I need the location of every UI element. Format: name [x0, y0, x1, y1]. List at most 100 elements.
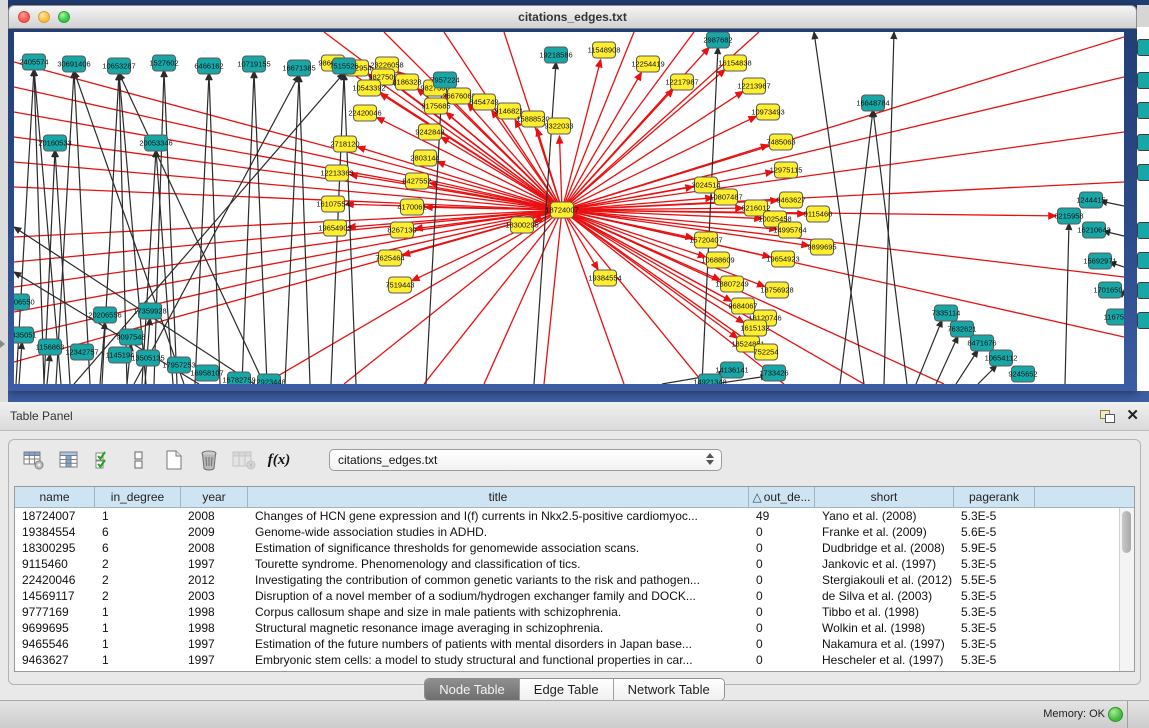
cell-name[interactable]: 9699695: [15, 620, 95, 636]
graph-edge[interactable]: [254, 71, 267, 384]
graph-edge[interactable]: [19, 342, 22, 384]
graph-node[interactable]: 10973493: [751, 104, 784, 120]
graph-node[interactable]: 25206550: [14, 294, 35, 310]
column-header-in_degree[interactable]: in_degree: [95, 487, 181, 507]
cell-short[interactable]: Stergiakouli et al. (2012): [815, 572, 954, 588]
table-row[interactable]: 946554611997Estimation of the future num…: [15, 636, 1120, 652]
cell-in_degree[interactable]: 1: [95, 620, 181, 636]
graph-node[interactable]: 7335114: [932, 305, 961, 321]
graph-node[interactable]: 12975115: [770, 162, 803, 178]
graph-edge[interactable]: [242, 71, 254, 384]
cell-pagerank[interactable]: 5.9E-5: [954, 540, 1035, 556]
cell-title[interactable]: Changes of HCN gene expression and I(f) …: [248, 508, 749, 524]
cell-out_degree[interactable]: 49: [749, 508, 815, 524]
graph-node[interactable]: 16107554: [316, 196, 349, 212]
graph-node[interactable]: 2803144: [410, 150, 439, 166]
graph-node[interactable]: 9115460: [804, 206, 833, 222]
graph-node[interactable]: 19654923: [766, 251, 799, 267]
column-header-name[interactable]: name: [15, 487, 95, 507]
cell-short[interactable]: Nakamura et al. (1997): [815, 636, 954, 652]
graph-node[interactable]: 16782759: [222, 372, 255, 384]
column-header-pagerank[interactable]: pagerank: [954, 487, 1035, 507]
graph-node[interactable]: 16210643: [1077, 222, 1110, 238]
cell-short[interactable]: Dudbridge et al. (2008): [815, 540, 954, 556]
graph-node[interactable]: 20206556: [88, 307, 121, 323]
graph-node[interactable]: 7625464: [375, 250, 404, 266]
cell-year[interactable]: 1997: [181, 636, 248, 652]
table-row[interactable]: 2242004622012Investigating the contribut…: [15, 572, 1120, 588]
graph-edge[interactable]: [562, 210, 624, 384]
close-panel-icon[interactable]: ✕: [1126, 409, 1139, 423]
graph-node[interactable]: 7632621: [947, 321, 976, 337]
graph-node[interactable]: 8427552: [402, 173, 431, 189]
cell-out_degree[interactable]: 0: [749, 556, 815, 572]
cell-title[interactable]: Investigating the contribution of common…: [248, 572, 749, 588]
table-scrollbar[interactable]: [1119, 508, 1134, 671]
float-panel-icon[interactable]: [1100, 410, 1114, 422]
graph-node[interactable]: 8186328: [392, 74, 421, 90]
graph-node[interactable]: 30691406: [57, 56, 90, 72]
cell-in_degree[interactable]: 1: [95, 508, 181, 524]
graph-edge[interactable]: [936, 336, 958, 384]
cell-in_degree[interactable]: 6: [95, 524, 181, 540]
cell-title[interactable]: Tourette syndrome. Phenomenology and cla…: [248, 556, 749, 572]
cell-in_degree[interactable]: 6: [95, 540, 181, 556]
cell-name[interactable]: 9463627: [15, 652, 95, 668]
collapse-handle-icon[interactable]: [0, 340, 5, 348]
graph-node[interactable]: 9463627: [776, 192, 805, 208]
cell-year[interactable]: 2012: [181, 572, 248, 588]
graph-node[interactable]: 12217987: [665, 74, 698, 90]
graph-edge[interactable]: [562, 210, 706, 257]
graph-edge[interactable]: [285, 75, 299, 384]
graph-node[interactable]: 6466162: [194, 58, 223, 74]
graph-edge[interactable]: [74, 73, 344, 384]
cell-name[interactable]: 18300295: [15, 540, 95, 556]
table-row[interactable]: 911546021997Tourette syndrome. Phenomeno…: [15, 556, 1120, 572]
graph-node[interactable]: 18300295: [505, 217, 538, 233]
graph-node[interactable]: 1167534: [1104, 309, 1124, 325]
graph-node[interactable]: 12254419: [631, 56, 664, 72]
cell-pagerank[interactable]: 5.6E-5: [954, 524, 1035, 540]
cell-pagerank[interactable]: 5.3E-5: [954, 620, 1035, 636]
cell-out_degree[interactable]: 0: [749, 636, 815, 652]
cell-short[interactable]: Hescheler et al. (1997): [815, 652, 954, 668]
row-selection-icon[interactable]: [91, 447, 117, 473]
cell-out_degree[interactable]: 0: [749, 524, 815, 540]
graph-node[interactable]: 9245652: [1008, 366, 1037, 382]
graph-node[interactable]: 7515526: [329, 58, 358, 74]
graph-edge[interactable]: [978, 365, 997, 384]
cell-year[interactable]: 2003: [181, 588, 248, 604]
graph-node[interactable]: 752254: [753, 344, 778, 360]
table-row[interactable]: 1830029562008Estimation of significance …: [15, 540, 1120, 556]
cell-year[interactable]: 1997: [181, 652, 248, 668]
graph-edge[interactable]: [562, 60, 601, 210]
graph-edge[interactable]: [559, 136, 562, 210]
network-canvas[interactable]: 1872400798601238912954232260589827509105…: [14, 32, 1124, 384]
graph-node[interactable]: 16958107: [190, 365, 223, 381]
graph-edge[interactable]: [34, 69, 61, 384]
graph-node[interactable]: 16671385: [282, 60, 315, 76]
cell-short[interactable]: Yano et al. (2008): [815, 508, 954, 524]
cell-out_degree[interactable]: 0: [749, 540, 815, 556]
column-header-out_degree[interactable]: △out_de...: [749, 487, 815, 507]
cell-pagerank[interactable]: 5.5E-5: [954, 572, 1035, 588]
cell-in_degree[interactable]: 1: [95, 652, 181, 668]
graph-node[interactable]: 4170061: [397, 199, 426, 215]
graph-node[interactable]: 1615132: [740, 320, 769, 336]
graph-node[interactable]: 9175685: [421, 98, 450, 114]
rows-icon[interactable]: [126, 447, 152, 473]
cell-out_degree[interactable]: 0: [749, 572, 815, 588]
graph-node[interactable]: 12213363: [320, 165, 353, 181]
cell-short[interactable]: de Silva et al. (2003): [815, 588, 954, 604]
graph-node[interactable]: 8471676: [967, 335, 996, 351]
graph-node[interactable]: 16648784: [856, 95, 889, 111]
cell-title[interactable]: Corpus callosum shape and size in male p…: [248, 604, 749, 620]
cell-name[interactable]: 18724007: [15, 508, 95, 524]
cell-out_degree[interactable]: 0: [749, 588, 815, 604]
graph-node[interactable]: 9322033: [544, 118, 573, 134]
graph-node[interactable]: 18807249: [715, 276, 748, 292]
graph-edge[interactable]: [209, 73, 220, 384]
cell-title[interactable]: Embryonic stem cells: a model to study s…: [248, 652, 749, 668]
table-row[interactable]: 1456911722003Disruption of a novel membe…: [15, 588, 1120, 604]
graph-node[interactable]: 10654112: [985, 350, 1018, 366]
